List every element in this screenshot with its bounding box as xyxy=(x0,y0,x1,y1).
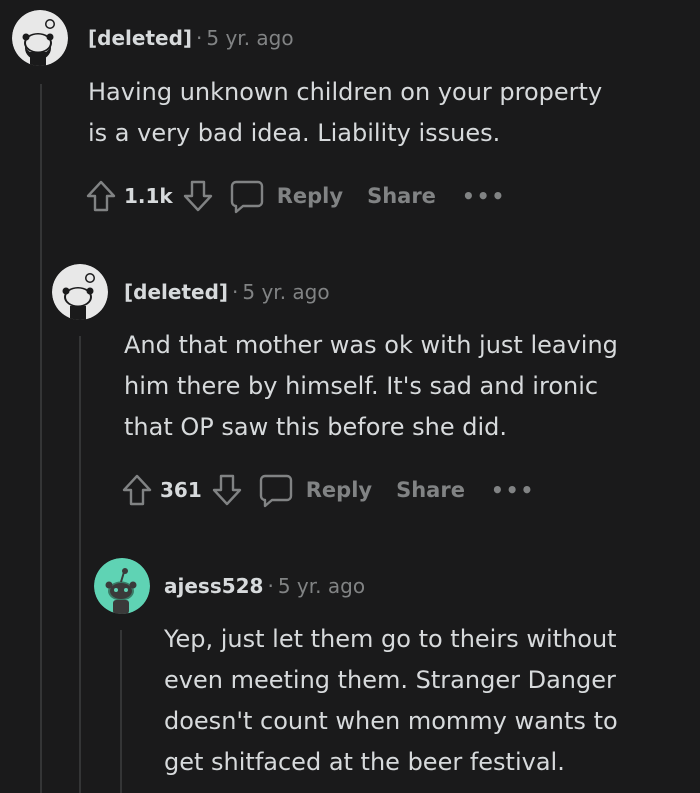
comment-body: Yep, just let them go to theirs without … xyxy=(164,619,618,783)
timestamp[interactable]: 5 yr. ago xyxy=(242,280,329,304)
meta-separator: · xyxy=(267,574,274,598)
timestamp[interactable]: 5 yr. ago xyxy=(206,26,293,50)
meta-separator: · xyxy=(196,26,203,50)
comment-line: get shitfaced at the beer festival. xyxy=(164,748,565,776)
reply-button[interactable]: Reply xyxy=(277,184,343,208)
comment-line: is a very bad idea. Liability issues. xyxy=(88,119,501,147)
more-options-icon[interactable]: ••• xyxy=(462,184,506,208)
downvote-icon[interactable] xyxy=(181,179,215,213)
upvote-icon[interactable] xyxy=(84,179,118,213)
reply-button[interactable]: Reply xyxy=(306,478,372,502)
comment-line: Yep, just let them go to theirs without xyxy=(164,625,617,653)
author-name[interactable]: [deleted] xyxy=(124,280,228,304)
comment-body: And that mother was ok with just leaving… xyxy=(124,325,618,448)
comment-actions: 1.1k Reply Share ••• xyxy=(84,176,506,216)
comment-meta: [deleted] · 5 yr. ago xyxy=(88,26,294,50)
avatar[interactable] xyxy=(52,264,108,320)
meta-separator: · xyxy=(232,280,239,304)
snoo-avatar-icon xyxy=(52,264,108,320)
downvote-icon[interactable] xyxy=(210,473,244,507)
timestamp[interactable]: 5 yr. ago xyxy=(278,574,365,598)
snoo-avatar-icon xyxy=(12,10,68,66)
reply-bubble-icon[interactable] xyxy=(229,178,265,214)
share-button[interactable]: Share xyxy=(367,184,436,208)
thread-line[interactable] xyxy=(40,84,42,793)
comment-line: that OP saw this before she did. xyxy=(124,413,507,441)
snoo-avatar-icon xyxy=(94,558,150,614)
more-options-icon[interactable]: ••• xyxy=(491,478,535,502)
comment-meta: ajess528 · 5 yr. ago xyxy=(164,574,365,598)
avatar[interactable] xyxy=(12,10,68,66)
comment-line: And that mother was ok with just leaving xyxy=(124,331,618,359)
comment-line: doesn't count when mommy wants to xyxy=(164,707,618,735)
vote-count: 361 xyxy=(160,478,202,502)
upvote-icon[interactable] xyxy=(120,473,154,507)
author-name[interactable]: [deleted] xyxy=(88,26,192,50)
comment-line: him there by himself. It's sad and ironi… xyxy=(124,372,599,400)
comment-actions: 361 Reply Share ••• xyxy=(120,470,535,510)
thread-line[interactable] xyxy=(120,630,122,793)
comment-line: Having unknown children on your property xyxy=(88,78,603,106)
share-button[interactable]: Share xyxy=(396,478,465,502)
comment-meta: [deleted] · 5 yr. ago xyxy=(124,280,330,304)
thread-line[interactable] xyxy=(79,336,81,793)
reply-bubble-icon[interactable] xyxy=(258,472,294,508)
author-name[interactable]: ajess528 xyxy=(164,574,263,598)
comment-body: Having unknown children on your property… xyxy=(88,72,602,154)
vote-count: 1.1k xyxy=(124,184,173,208)
avatar[interactable] xyxy=(94,558,150,614)
comment-line: even meeting them. Stranger Danger xyxy=(164,666,616,694)
